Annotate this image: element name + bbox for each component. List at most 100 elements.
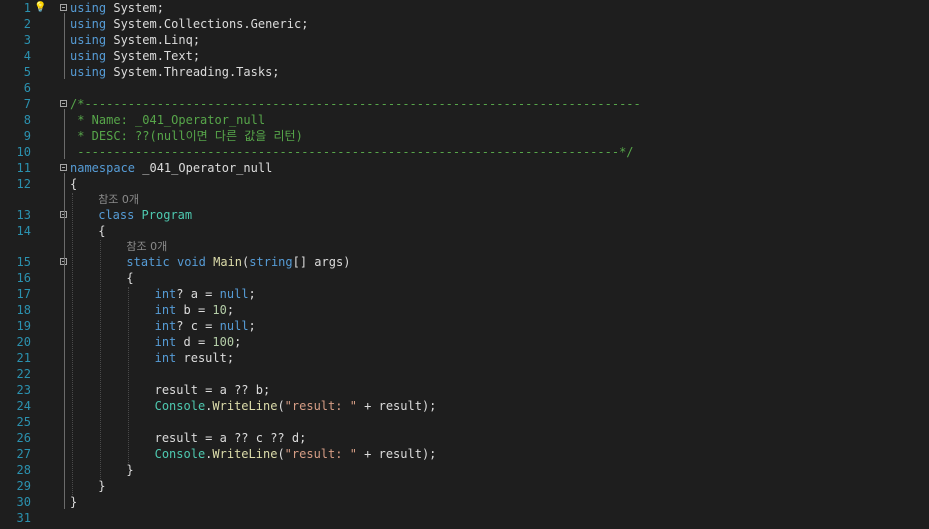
- code-text: using System.Text;: [70, 48, 200, 64]
- code-line[interactable]: 1 💡 using System;: [0, 0, 929, 16]
- line-number: 3: [23, 33, 31, 47]
- line-number: 28: [16, 463, 31, 477]
- code-token: WriteLine: [212, 447, 278, 461]
- code-line[interactable]: 29}: [0, 478, 929, 494]
- code-token: WriteLine: [212, 399, 278, 413]
- line-number: 31: [16, 511, 31, 525]
- code-token: * DESC: ??(null이면 다른 값을 리턴): [70, 129, 303, 143]
- code-text: * Name: _041_Operator_null: [70, 112, 265, 128]
- code-line[interactable]: 11 namespace _041_Operator_null: [0, 160, 929, 176]
- line-number: 2: [23, 17, 31, 31]
- code-text: {: [98, 223, 105, 239]
- code-line[interactable]: 17 int? a = null;: [0, 286, 929, 302]
- code-token: ;: [248, 287, 256, 301]
- code-line[interactable]: 27 Console.WriteLine("result: " + result)…: [0, 446, 929, 462]
- code-line[interactable]: 7 /*-------------------------------------…: [0, 96, 929, 112]
- code-token: System.Text;: [106, 49, 201, 63]
- code-token: {: [98, 224, 106, 238]
- indent-guide: [128, 287, 130, 463]
- collapse-icon[interactable]: [60, 4, 67, 11]
- code-token: Console: [154, 399, 206, 413]
- code-line[interactable]: 24 Console.WriteLine("result: " + result)…: [0, 398, 929, 414]
- code-token: {: [126, 271, 134, 285]
- code-token: int: [154, 287, 177, 301]
- line-number: 10: [16, 145, 31, 159]
- code-token: using: [70, 17, 107, 31]
- code-text: using System.Linq;: [70, 32, 200, 48]
- code-token: ? a =: [176, 287, 220, 301]
- code-line[interactable]: 4 using System.Text;: [0, 48, 929, 64]
- line-number: 6: [23, 81, 31, 95]
- line-number: 26: [16, 431, 31, 445]
- codelens-row[interactable]: 참조 0개: [0, 239, 929, 254]
- line-number: 5: [23, 65, 31, 79]
- fold-region-line: [64, 173, 65, 509]
- code-line[interactable]: 28}: [0, 462, 929, 478]
- code-line[interactable]: 2 using System.Collections.Generic;: [0, 16, 929, 32]
- code-token: 10: [212, 303, 227, 317]
- code-line[interactable]: 31: [0, 510, 929, 526]
- code-token: }: [126, 463, 134, 477]
- code-line[interactable]: 8 * Name: _041_Operator_null: [0, 112, 929, 128]
- code-token: ? c =: [176, 319, 220, 333]
- code-line[interactable]: 15 static void Main(string[] args): [0, 254, 929, 270]
- code-line[interactable]: 9 * DESC: ??(null이면 다른 값을 리턴): [0, 128, 929, 144]
- code-line[interactable]: 20 int d = 100;: [0, 334, 929, 350]
- code-text: int d = 100;: [155, 334, 242, 350]
- code-text: }: [98, 478, 105, 494]
- line-number: 24: [16, 399, 31, 413]
- code-token: [] args): [292, 255, 351, 269]
- code-text: result = a ?? b;: [155, 382, 271, 398]
- code-token: Program: [141, 208, 193, 222]
- code-token: using: [70, 65, 107, 79]
- code-line[interactable]: 14 {: [0, 223, 929, 239]
- code-token: using: [70, 1, 107, 15]
- code-line[interactable]: 25: [0, 414, 929, 430]
- code-text: Console.WriteLine("result: " + result);: [155, 446, 437, 462]
- code-text: {: [126, 270, 133, 286]
- code-line[interactable]: 18 int b = 10;: [0, 302, 929, 318]
- code-line[interactable]: 22: [0, 366, 929, 382]
- line-number: 11: [16, 161, 31, 175]
- code-token: _041_Operator_null: [135, 161, 273, 175]
- code-line[interactable]: 19 int? c = null;: [0, 318, 929, 334]
- lightbulb-icon[interactable]: 💡: [34, 1, 46, 14]
- line-number: 25: [16, 415, 31, 429]
- code-token: ;: [248, 319, 256, 333]
- collapse-icon[interactable]: [60, 164, 67, 171]
- code-line[interactable]: 16 {: [0, 270, 929, 286]
- code-text: Console.WriteLine("result: " + result);: [155, 398, 437, 414]
- code-token: class: [98, 208, 135, 222]
- code-text: 참조 0개: [126, 239, 167, 254]
- code-line[interactable]: 30}: [0, 494, 929, 510]
- code-line[interactable]: 26 result = a ?? c ?? d;: [0, 430, 929, 446]
- code-line[interactable]: 5 using System.Threading.Tasks;: [0, 64, 929, 80]
- code-token: 100: [212, 335, 235, 349]
- code-token: namespace: [70, 161, 136, 175]
- indent-guide: [72, 193, 73, 495]
- code-line[interactable]: 6: [0, 80, 929, 96]
- code-line[interactable]: 23 result = a ?? b;: [0, 382, 929, 398]
- line-number: 30: [16, 495, 31, 509]
- codelens-row[interactable]: 참조 0개: [0, 192, 929, 207]
- code-text: using System.Threading.Tasks;: [70, 64, 280, 80]
- code-editor[interactable]: 1 💡 using System; 2 using System.Collections…: [0, 0, 929, 529]
- code-token: using: [70, 49, 107, 63]
- code-token: * Name: _041_Operator_null: [70, 113, 266, 127]
- code-token: result;: [176, 351, 235, 365]
- line-number: 15: [16, 255, 31, 269]
- code-token: string: [249, 255, 293, 269]
- line-number: 18: [16, 303, 31, 317]
- reference-count-link[interactable]: 참조 0개: [126, 240, 167, 253]
- code-line[interactable]: 13 class Program: [0, 207, 929, 223]
- fold-region-line: [64, 13, 65, 79]
- code-line[interactable]: 12 {: [0, 176, 929, 192]
- fold-region-line: [64, 109, 65, 159]
- indent-guide: [100, 240, 102, 479]
- collapse-icon[interactable]: [60, 100, 67, 107]
- reference-count-link[interactable]: 참조 0개: [98, 193, 139, 206]
- code-line[interactable]: 21 int result;: [0, 350, 929, 366]
- code-line[interactable]: 3 using System.Linq;: [0, 32, 929, 48]
- code-token: result = a ?? c ?? d;: [154, 431, 307, 445]
- code-line[interactable]: 10 -------------------------------------…: [0, 144, 929, 160]
